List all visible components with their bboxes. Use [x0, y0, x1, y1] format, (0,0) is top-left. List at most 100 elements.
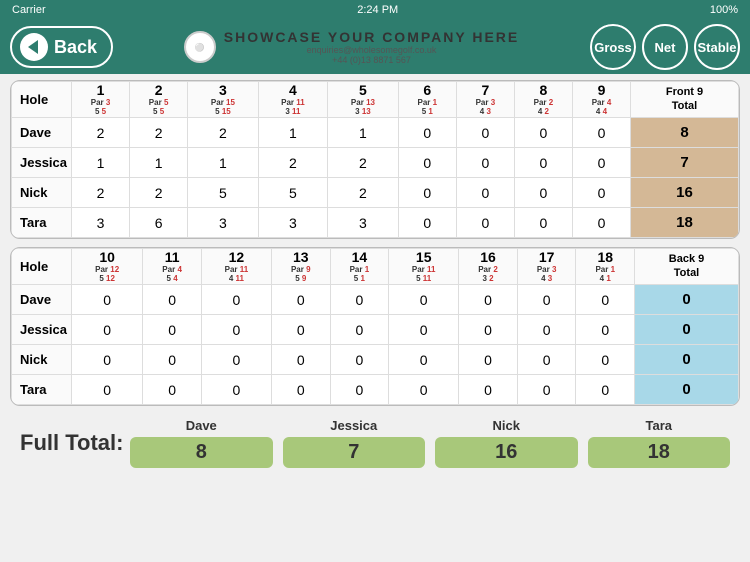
- front9-score-dave-hole-7[interactable]: 0: [456, 118, 514, 148]
- front9-score-tara-hole-8[interactable]: 0: [514, 208, 572, 238]
- back9-score-nick-hole-10[interactable]: 0: [72, 345, 143, 375]
- front9-score-dave-hole-6[interactable]: 0: [398, 118, 456, 148]
- net-button[interactable]: Net: [642, 24, 688, 70]
- back9-score-nick-hole-13[interactable]: 0: [271, 345, 330, 375]
- front9-score-tara-hole-1[interactable]: 3: [72, 208, 130, 238]
- front9-header-row: Hole 1 Par 3 5 5 2 Par 5 5 5 3 Par 15: [12, 82, 739, 118]
- front9-hole-3: 3 Par 15 5 15: [188, 82, 259, 118]
- back9-score-dave-hole-11[interactable]: 0: [143, 285, 202, 315]
- front9-score-tara-hole-5[interactable]: 3: [328, 208, 399, 238]
- back9-player-name-nick: Nick: [12, 345, 72, 375]
- front9-score-tara-hole-7[interactable]: 0: [456, 208, 514, 238]
- front9-score-dave-hole-2[interactable]: 2: [130, 118, 188, 148]
- player-total-tara-score: 18: [588, 437, 731, 468]
- back9-score-jessica-hole-13[interactable]: 0: [271, 315, 330, 345]
- back9-total-tara: 0: [635, 375, 739, 405]
- back9-score-dave-hole-18[interactable]: 0: [576, 285, 635, 315]
- front9-score-jessica-hole-2[interactable]: 1: [130, 148, 188, 178]
- back9-score-jessica-hole-11[interactable]: 0: [143, 315, 202, 345]
- front9-score-nick-hole-9[interactable]: 0: [572, 178, 630, 208]
- front9-score-nick-hole-5[interactable]: 2: [328, 178, 399, 208]
- back9-total-nick: 0: [635, 345, 739, 375]
- back9-hole-17: 17 Par 3 4 3: [517, 249, 576, 285]
- back9-hole-10: 10 Par 12 5 12: [72, 249, 143, 285]
- front9-score-dave-hole-5[interactable]: 1: [328, 118, 399, 148]
- back9-score-dave-hole-16[interactable]: 0: [459, 285, 518, 315]
- player-total-nick: Nick 16: [435, 418, 578, 468]
- front9-score-jessica-hole-8[interactable]: 0: [514, 148, 572, 178]
- front9-total-header: Front 9Total: [631, 82, 739, 118]
- front9-total-dave: 8: [631, 118, 739, 148]
- player-total-dave: Dave 8: [130, 418, 273, 468]
- front9-score-dave-hole-3[interactable]: 2: [188, 118, 259, 148]
- front9-score-tara-hole-6[interactable]: 0: [398, 208, 456, 238]
- back9-score-tara-hole-11[interactable]: 0: [143, 375, 202, 405]
- front9-score-tara-hole-9[interactable]: 0: [572, 208, 630, 238]
- front9-score-dave-hole-9[interactable]: 0: [572, 118, 630, 148]
- back9-score-jessica-hole-15[interactable]: 0: [389, 315, 459, 345]
- back9-score-jessica-hole-14[interactable]: 0: [330, 315, 389, 345]
- back-arrow-icon: [20, 33, 48, 61]
- player-total-dave-name: Dave: [186, 418, 217, 433]
- back9-score-tara-hole-10[interactable]: 0: [72, 375, 143, 405]
- back9-score-nick-hole-15[interactable]: 0: [389, 345, 459, 375]
- score-buttons: Gross Net Stable: [590, 24, 740, 70]
- back9-score-tara-hole-15[interactable]: 0: [389, 375, 459, 405]
- front9-score-jessica-hole-4[interactable]: 2: [258, 148, 327, 178]
- back9-score-nick-hole-11[interactable]: 0: [143, 345, 202, 375]
- back9-score-tara-hole-12[interactable]: 0: [201, 375, 271, 405]
- front9-score-nick-hole-3[interactable]: 5: [188, 178, 259, 208]
- back9-score-dave-hole-15[interactable]: 0: [389, 285, 459, 315]
- front9-score-dave-hole-4[interactable]: 1: [258, 118, 327, 148]
- back9-score-jessica-hole-17[interactable]: 0: [517, 315, 576, 345]
- front9-score-tara-hole-2[interactable]: 6: [130, 208, 188, 238]
- front9-score-jessica-hole-5[interactable]: 2: [328, 148, 399, 178]
- back9-score-nick-hole-14[interactable]: 0: [330, 345, 389, 375]
- front9-score-jessica-hole-1[interactable]: 1: [72, 148, 130, 178]
- front9-score-jessica-hole-7[interactable]: 0: [456, 148, 514, 178]
- battery-label: 100%: [710, 4, 738, 16]
- front9-score-jessica-hole-3[interactable]: 1: [188, 148, 259, 178]
- front9-score-nick-hole-4[interactable]: 5: [258, 178, 327, 208]
- back-arrow-shape: [28, 40, 38, 54]
- front9-score-nick-hole-8[interactable]: 0: [514, 178, 572, 208]
- front9-score-nick-hole-6[interactable]: 0: [398, 178, 456, 208]
- front9-score-nick-hole-2[interactable]: 2: [130, 178, 188, 208]
- back9-score-dave-hole-12[interactable]: 0: [201, 285, 271, 315]
- front9-score-jessica-hole-6[interactable]: 0: [398, 148, 456, 178]
- front9-score-jessica-hole-9[interactable]: 0: [572, 148, 630, 178]
- back9-score-jessica-hole-18[interactable]: 0: [576, 315, 635, 345]
- front9-score-nick-hole-1[interactable]: 2: [72, 178, 130, 208]
- player-name-tara: Tara: [12, 208, 72, 238]
- back9-score-dave-hole-14[interactable]: 0: [330, 285, 389, 315]
- back9-score-tara-hole-13[interactable]: 0: [271, 375, 330, 405]
- front9-score-tara-hole-4[interactable]: 3: [258, 208, 327, 238]
- back-button[interactable]: Back: [10, 26, 113, 68]
- back9-score-jessica-hole-12[interactable]: 0: [201, 315, 271, 345]
- stable-button[interactable]: Stable: [694, 24, 740, 70]
- front9-score-tara-hole-3[interactable]: 3: [188, 208, 259, 238]
- back9-score-tara-hole-17[interactable]: 0: [517, 375, 576, 405]
- gross-button[interactable]: Gross: [590, 24, 636, 70]
- front9-score-nick-hole-7[interactable]: 0: [456, 178, 514, 208]
- front9-hole-4: 4 Par 11 3 11: [258, 82, 327, 118]
- back9-score-nick-hole-17[interactable]: 0: [517, 345, 576, 375]
- front9-score-dave-hole-8[interactable]: 0: [514, 118, 572, 148]
- table-row: Tara36333000018: [12, 208, 739, 238]
- back9-header-row: Hole 10 Par 12 5 12 11 Par 4 5 4 12 Par …: [12, 249, 739, 285]
- back9-score-tara-hole-18[interactable]: 0: [576, 375, 635, 405]
- back9-score-nick-hole-16[interactable]: 0: [459, 345, 518, 375]
- back9-hole-13: 13 Par 9 5 9: [271, 249, 330, 285]
- back9-score-jessica-hole-16[interactable]: 0: [459, 315, 518, 345]
- back9-score-dave-hole-17[interactable]: 0: [517, 285, 576, 315]
- front9-score-dave-hole-1[interactable]: 2: [72, 118, 130, 148]
- back9-score-dave-hole-10[interactable]: 0: [72, 285, 143, 315]
- back9-score-nick-hole-12[interactable]: 0: [201, 345, 271, 375]
- back9-score-jessica-hole-10[interactable]: 0: [72, 315, 143, 345]
- back9-total-jessica: 0: [635, 315, 739, 345]
- back9-score-tara-hole-16[interactable]: 0: [459, 375, 518, 405]
- back9-score-nick-hole-18[interactable]: 0: [576, 345, 635, 375]
- table-row: Jessica0000000000: [12, 315, 739, 345]
- back9-score-tara-hole-14[interactable]: 0: [330, 375, 389, 405]
- back9-score-dave-hole-13[interactable]: 0: [271, 285, 330, 315]
